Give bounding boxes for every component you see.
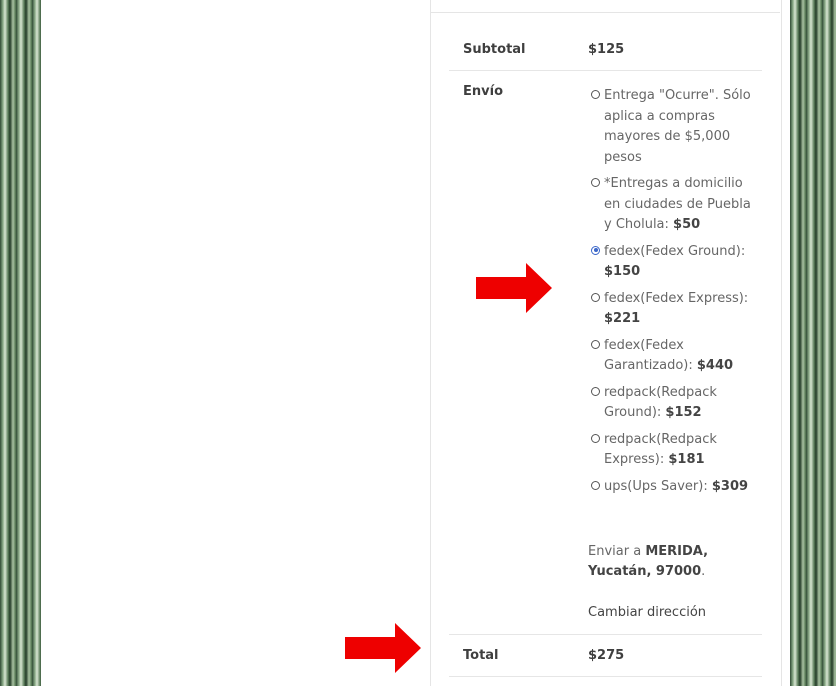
radio-button[interactable] (591, 386, 600, 396)
shipping-option-ocurre[interactable]: Entrega "Ocurre". Sólo aplica a compras … (591, 86, 751, 168)
ship-to-address: Enviar a MERIDA, Yucatán, 97000. (588, 544, 709, 579)
background-foliage-left (0, 0, 41, 686)
radio-button[interactable] (591, 178, 600, 187)
red-arrow-icon (345, 623, 421, 673)
shipping-option-label: fedex(Fedex Ground): $150 (604, 243, 746, 280)
shipping-option-redpack-express[interactable]: redpack(Redpack Express): $181 (591, 430, 751, 471)
shipping-option-label: redpack(Redpack Ground): $152 (604, 384, 717, 421)
row-divider (449, 676, 762, 677)
shipping-option-fedex-ground[interactable]: fedex(Fedex Ground): $150 (591, 242, 751, 283)
radio-button[interactable] (591, 339, 600, 349)
shipping-label: Envío (463, 84, 503, 99)
shipping-option-label: fedex(Fedex Express): $221 (604, 290, 749, 327)
order-summary-panel: Subtotal $125 Envío Entrega "Ocurre". Só… (430, 0, 782, 686)
shipping-option-label: Entrega "Ocurre". Sólo aplica a compras … (604, 88, 751, 165)
shipping-option-ups-saver[interactable]: ups(Ups Saver): $309 (591, 477, 751, 498)
subtotal-label: Subtotal (463, 42, 526, 57)
shipping-options-list: Entrega "Ocurre". Sólo aplica a compras … (591, 86, 751, 503)
shipping-option-label: *Entregas a domicilio en ciudades de Pue… (604, 176, 751, 232)
background-foliage-right (790, 0, 836, 686)
shipping-option-local-delivery[interactable]: *Entregas a domicilio en ciudades de Pue… (591, 174, 751, 236)
shipping-option-fedex-garantizado[interactable]: fedex(Fedex Garantizado): $440 (591, 336, 751, 377)
red-arrow-icon (476, 263, 552, 313)
row-divider (449, 634, 762, 635)
total-value: $275 (588, 648, 625, 663)
radio-button[interactable] (591, 90, 600, 99)
row-divider (449, 70, 762, 71)
radio-button-selected[interactable] (591, 245, 600, 255)
radio-button[interactable] (591, 433, 600, 443)
shipping-option-label: redpack(Redpack Express): $181 (604, 431, 717, 468)
panel-header-strip (431, 0, 780, 13)
subtotal-value: $125 (588, 42, 625, 57)
shipping-option-redpack-ground[interactable]: redpack(Redpack Ground): $152 (591, 383, 751, 424)
change-address-link[interactable]: Cambiar dirección (588, 605, 706, 620)
shipping-option-label: ups(Ups Saver): $309 (604, 478, 749, 494)
radio-button[interactable] (591, 480, 600, 490)
radio-button[interactable] (591, 292, 600, 302)
total-label: Total (463, 648, 499, 663)
shipping-option-fedex-express[interactable]: fedex(Fedex Express): $221 (591, 289, 751, 330)
shipping-option-label: fedex(Fedex Garantizado): $440 (604, 337, 734, 374)
